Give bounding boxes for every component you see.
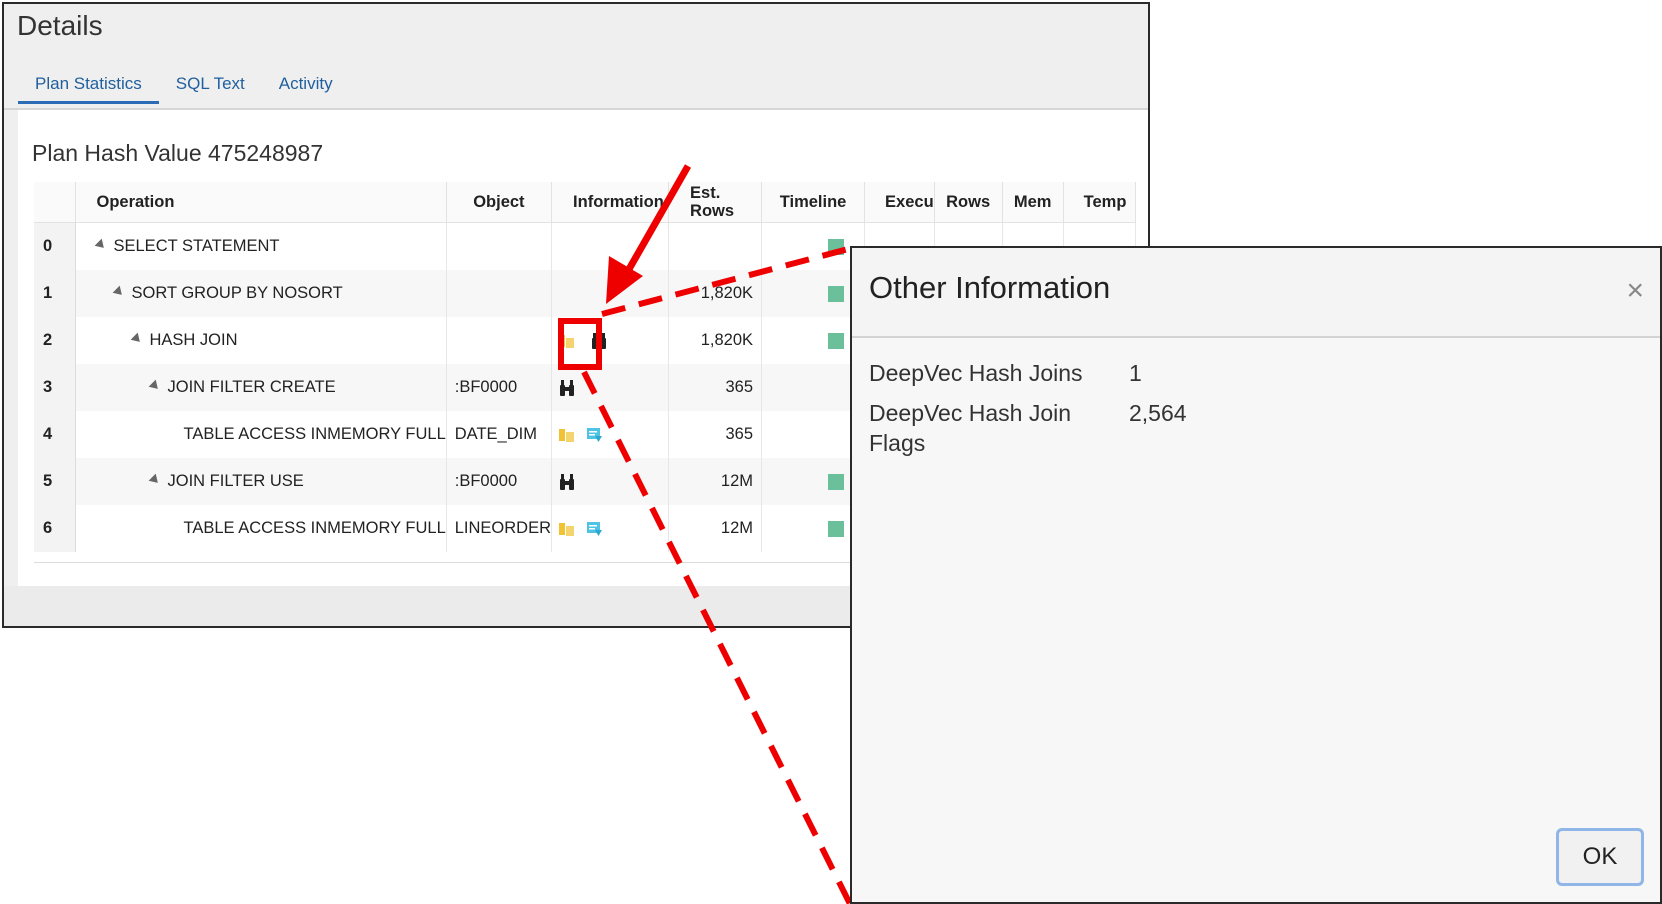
object-cell: :BF0000 [446, 458, 553, 505]
row-id: 3 [34, 364, 76, 411]
est-rows-cell: 365 [668, 364, 763, 411]
operation-text: TABLE ACCESS INMEMORY FULL [183, 519, 446, 537]
ok-button[interactable]: OK [1556, 828, 1644, 886]
header-id [34, 182, 76, 223]
header-information[interactable]: Information [551, 182, 670, 223]
timeline-bar [828, 520, 845, 537]
collapse-triangle-icon[interactable] [112, 285, 125, 299]
collapse-triangle-icon[interactable] [130, 332, 143, 346]
header-temp[interactable]: Temp [1063, 182, 1136, 223]
header-est-rows-line1: Est. [690, 184, 721, 202]
info-row-deepvec-hash-join-flags: DeepVec Hash Join Flags 2,564 [869, 398, 1187, 458]
info-label: DeepVec Hash Join Flags [869, 400, 1072, 456]
information-cell [551, 270, 670, 317]
close-icon[interactable]: × [1626, 276, 1644, 306]
header-rows[interactable]: Rows [934, 182, 1003, 223]
tab-sql-text[interactable]: SQL Text [159, 70, 262, 104]
dialog-header: Other Information × [852, 248, 1660, 338]
operation-text: JOIN FILTER CREATE [167, 378, 336, 396]
est-rows-cell: 12M [668, 505, 763, 552]
timeline-bar [828, 238, 845, 255]
details-title: Details [17, 10, 103, 41]
header-est-rows-line2: Rows [690, 202, 735, 220]
tab-activity[interactable]: Activity [262, 70, 350, 104]
operation-cell: SELECT STATEMENT [75, 222, 447, 270]
operation-cell: HASH JOIN [75, 317, 447, 364]
tab-bar: Plan Statistics SQL Text Activity [18, 70, 350, 108]
tab-plan-statistics[interactable]: Plan Statistics [18, 70, 159, 104]
filter-icon[interactable] [586, 427, 603, 443]
timeline-bar [828, 332, 845, 349]
est-rows-cell: 1,820K [668, 270, 763, 317]
operation-text: TABLE ACCESS INMEMORY FULL [183, 425, 446, 443]
est-rows-cell: 1,820K [668, 317, 763, 364]
row-id: 6 [34, 505, 76, 552]
header-timeline[interactable]: Timeline [761, 182, 866, 223]
header-executions[interactable]: Execu [864, 182, 935, 223]
dialog-title: Other Information [869, 270, 1111, 305]
timeline-bar [828, 473, 845, 490]
info-value: 2,564 [1129, 400, 1187, 426]
binoculars-icon[interactable] [558, 379, 576, 397]
object-cell [446, 270, 553, 317]
info-label: DeepVec Hash Joins [869, 360, 1083, 386]
timeline-bar [828, 285, 845, 302]
row-id: 5 [34, 458, 76, 505]
object-cell: LINEORDER [446, 505, 553, 552]
information-cell [551, 364, 670, 411]
operation-text: SORT GROUP BY NOSORT [131, 284, 343, 302]
operation-cell: JOIN FILTER CREATE [75, 364, 447, 411]
collapse-triangle-icon[interactable] [94, 238, 107, 252]
collapse-triangle-icon[interactable] [148, 473, 161, 487]
plan-table-header: Operation Object Information Est. Rows T… [34, 182, 1136, 223]
row-id: 1 [34, 270, 76, 317]
operation-cell: TABLE ACCESS INMEMORY FULL [75, 505, 447, 552]
filter-icon[interactable] [586, 521, 603, 537]
operation-cell: TABLE ACCESS INMEMORY FULL [75, 411, 447, 458]
object-cell: DATE_DIM [446, 411, 553, 458]
header-object[interactable]: Object [446, 182, 553, 223]
est-rows-cell: 365 [668, 411, 763, 458]
operation-text: SELECT STATEMENT [113, 237, 280, 255]
object-cell [446, 317, 553, 364]
operation-cell: SORT GROUP BY NOSORT [75, 270, 447, 317]
row-id: 0 [34, 222, 76, 270]
information-cell [551, 222, 670, 270]
plan-hash-value: Plan Hash Value 475248987 [32, 140, 324, 166]
operation-text: JOIN FILTER USE [167, 472, 304, 490]
highlight-box [558, 318, 602, 370]
other-information-dialog: Other Information × DeepVec Hash Joins 1 … [850, 246, 1662, 904]
collapse-triangle-icon[interactable] [148, 379, 161, 393]
est-rows-cell: 12M [668, 458, 763, 505]
operation-cell: JOIN FILTER USE [75, 458, 447, 505]
object-cell [446, 222, 553, 270]
binoculars-icon[interactable] [558, 473, 576, 491]
notes-icon[interactable] [558, 521, 575, 537]
header-est-rows[interactable]: Est. Rows [668, 182, 763, 223]
header-memory[interactable]: Mem [1002, 182, 1064, 223]
operation-text: HASH JOIN [149, 331, 238, 349]
header-operation[interactable]: Operation [75, 182, 447, 223]
information-cell [551, 505, 670, 552]
row-id: 4 [34, 411, 76, 458]
information-cell [551, 458, 670, 505]
info-value: 1 [1129, 360, 1142, 386]
object-cell: :BF0000 [446, 364, 553, 411]
info-row-deepvec-hash-joins: DeepVec Hash Joins 1 [869, 358, 1142, 388]
row-id: 2 [34, 317, 76, 364]
information-cell [551, 411, 670, 458]
est-rows-cell [668, 222, 763, 270]
notes-icon[interactable] [558, 427, 575, 443]
